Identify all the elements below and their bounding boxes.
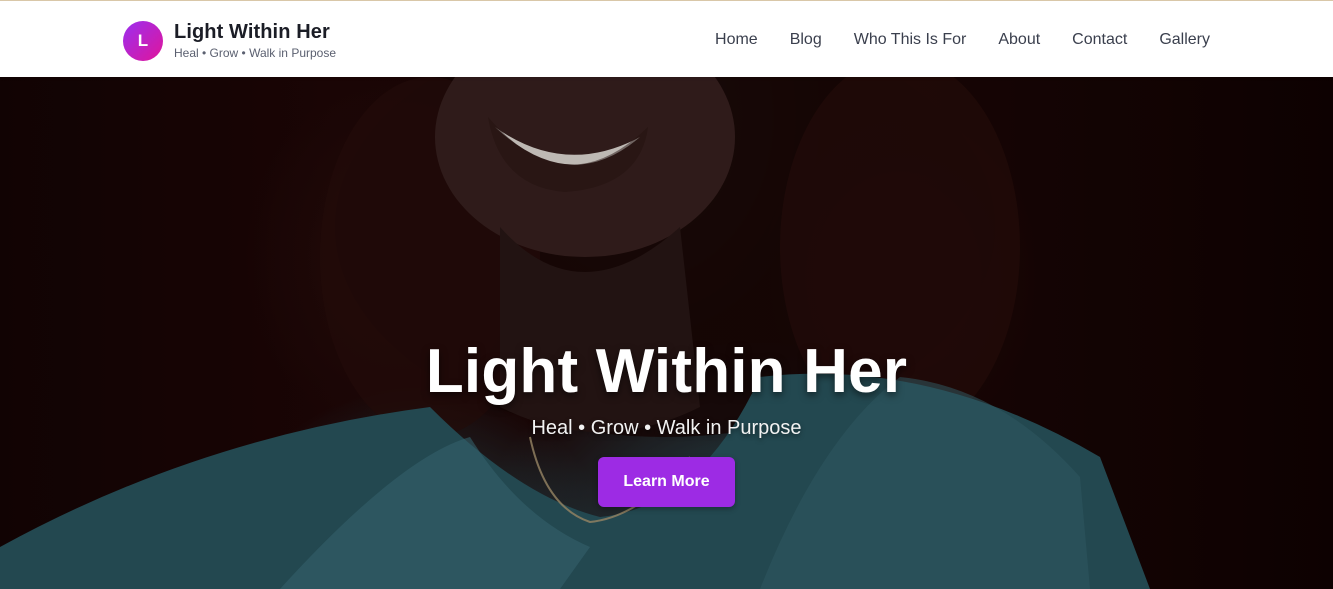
logo-letter: L [137,30,149,50]
nav-gallery[interactable]: Gallery [1159,30,1210,50]
site-header: L Light Within Her Heal • Grow • Walk in… [0,0,1333,77]
page: L Light Within Her Heal • Grow • Walk in… [0,0,1333,589]
nav-blog[interactable]: Blog [790,30,822,50]
nav-home[interactable]: Home [715,30,758,50]
hero-subtitle: Heal • Grow • Walk in Purpose [531,417,802,439]
brand-title[interactable]: Light Within Her [174,20,336,44]
logo-badge-icon: L [123,20,163,61]
nav-who-this-is-for[interactable]: Who This Is For [854,30,967,50]
brand-logo[interactable]: L Light Within Her Heal • Grow • Walk in… [123,20,336,61]
nav-contact[interactable]: Contact [1072,30,1127,50]
nav-about[interactable]: About [998,30,1040,50]
brand-tagline: Heal • Grow • Walk in Purpose [174,46,337,60]
hero-title: Light Within Her [425,337,908,406]
hero-section: Light Within Her Heal • Grow • Walk in P… [0,77,1333,589]
main-nav: Home Blog Who This Is For About Contact … [715,1,1210,78]
hero-content: Light Within Her Heal • Grow • Walk in P… [0,335,1333,507]
hero-overlay [0,77,1333,589]
learn-more-button[interactable]: Learn More [598,457,735,507]
brand-text: Light Within Her Heal • Grow • Walk in P… [174,20,336,61]
